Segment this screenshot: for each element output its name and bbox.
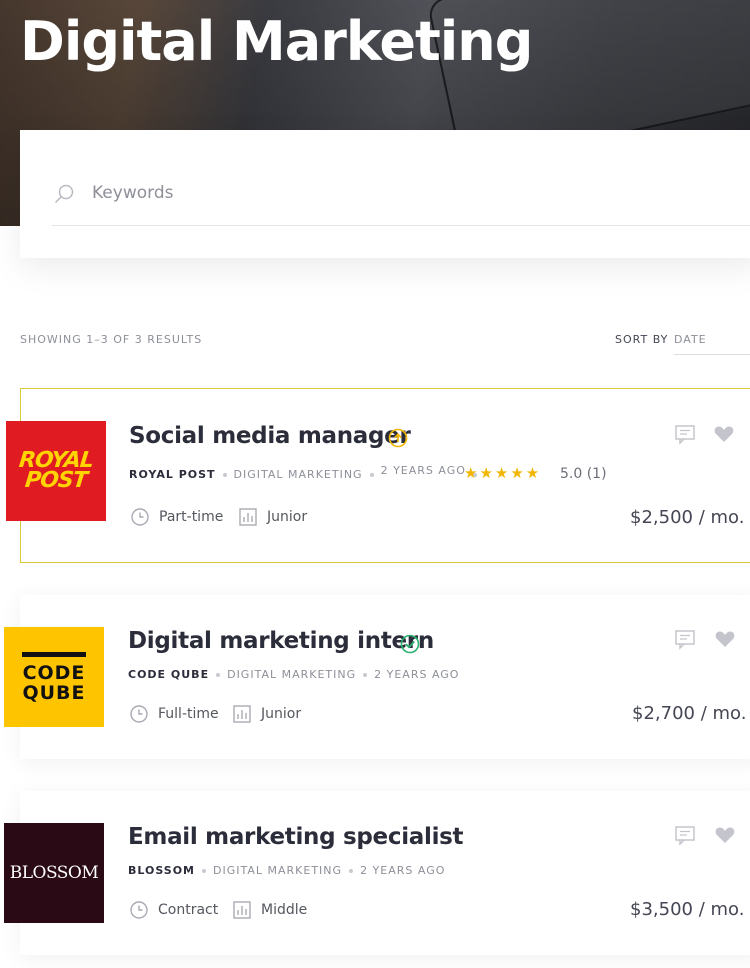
sort-select[interactable]: DATE bbox=[674, 333, 707, 346]
company-name[interactable]: BLOSSOM bbox=[128, 864, 195, 877]
job-type-label: Contract bbox=[158, 902, 219, 918]
job-level-label: Middle bbox=[261, 902, 308, 918]
job-category[interactable]: DIGITAL MARKETING bbox=[234, 468, 363, 481]
bar-chart-icon bbox=[233, 901, 251, 919]
heart-icon[interactable] bbox=[713, 423, 735, 445]
job-level: Junior bbox=[233, 705, 301, 723]
job-title[interactable]: Digital marketing intern bbox=[128, 628, 434, 654]
clock-icon bbox=[131, 508, 149, 526]
company-logo-code-qube[interactable]: CODE QUBE bbox=[4, 627, 104, 727]
featured-arrow-icon bbox=[388, 428, 408, 448]
logo-text: QUBE bbox=[22, 681, 86, 704]
search-icon bbox=[54, 184, 74, 204]
results-count: SHOWING 1–3 OF 3 RESULTS bbox=[20, 333, 203, 346]
verified-check-icon bbox=[400, 634, 420, 654]
salary: $2,700 / mo. bbox=[632, 703, 747, 724]
search-panel: Keywords bbox=[20, 130, 750, 258]
logo-text: CODE bbox=[22, 661, 86, 684]
job-level: Junior bbox=[239, 508, 307, 526]
job-category[interactable]: DIGITAL MARKETING bbox=[227, 668, 356, 681]
message-icon[interactable] bbox=[674, 423, 696, 445]
job-title[interactable]: Social media manager bbox=[129, 423, 411, 449]
company-name[interactable]: CODE QUBE bbox=[128, 668, 209, 681]
job-type-label: Part-time bbox=[159, 509, 224, 525]
job-card[interactable]: ROYAL POST Social media manager ROYAL PO… bbox=[6, 388, 750, 563]
job-meta: ROYAL POST DIGITAL MARKETING 2 YEARS AGO bbox=[129, 464, 484, 481]
rating-value: 5.0 (1) bbox=[560, 466, 607, 482]
job-category[interactable]: DIGITAL MARKETING bbox=[213, 864, 342, 877]
job-title[interactable]: Email marketing specialist bbox=[128, 824, 464, 850]
heart-icon[interactable] bbox=[714, 824, 736, 846]
bar-chart-icon bbox=[239, 508, 257, 526]
search-underline bbox=[52, 225, 750, 226]
company-logo-royal-post[interactable]: ROYAL POST bbox=[6, 421, 106, 521]
logo-text: BLOSSOM bbox=[9, 863, 99, 883]
company-logo-blossom[interactable]: BLOSSOM bbox=[4, 823, 104, 923]
job-type: Full-time bbox=[130, 705, 219, 723]
logo-bar bbox=[22, 651, 86, 657]
job-card[interactable]: BLOSSOM Email marketing specialist BLOSS… bbox=[4, 791, 750, 955]
posted-date: 2 YEARS AGO bbox=[380, 464, 466, 477]
posted-date: 2 YEARS AGO bbox=[374, 668, 460, 681]
job-level-label: Junior bbox=[261, 706, 302, 722]
logo-text: POST bbox=[23, 468, 89, 493]
page-title: Digital Marketing bbox=[20, 10, 533, 73]
clock-icon bbox=[130, 901, 148, 919]
bar-chart-icon bbox=[233, 705, 251, 723]
job-level: Middle bbox=[233, 901, 307, 919]
message-icon[interactable] bbox=[674, 824, 696, 846]
sort-label: SORT BY bbox=[615, 333, 669, 346]
job-meta: BLOSSOM DIGITAL MARKETING 2 YEARS AGO bbox=[128, 864, 445, 877]
heart-icon[interactable] bbox=[714, 628, 736, 650]
clock-icon bbox=[130, 705, 148, 723]
salary: $3,500 / mo. bbox=[630, 899, 745, 920]
rating-stars: ★★★★★ bbox=[464, 464, 542, 482]
job-type: Part-time bbox=[131, 508, 223, 526]
job-card[interactable]: CODE QUBE Digital marketing intern CODE … bbox=[4, 595, 750, 759]
job-meta: CODE QUBE DIGITAL MARKETING 2 YEARS AGO bbox=[128, 668, 459, 681]
job-type: Contract bbox=[130, 901, 218, 919]
posted-date: 2 YEARS AGO bbox=[360, 864, 446, 877]
sort-underline bbox=[674, 354, 750, 355]
company-name[interactable]: ROYAL POST bbox=[129, 468, 216, 481]
job-level-label: Junior bbox=[267, 509, 308, 525]
search-input[interactable]: Keywords bbox=[92, 183, 173, 203]
message-icon[interactable] bbox=[674, 628, 696, 650]
job-type-label: Full-time bbox=[158, 706, 219, 722]
salary: $2,500 / mo. bbox=[630, 507, 745, 528]
